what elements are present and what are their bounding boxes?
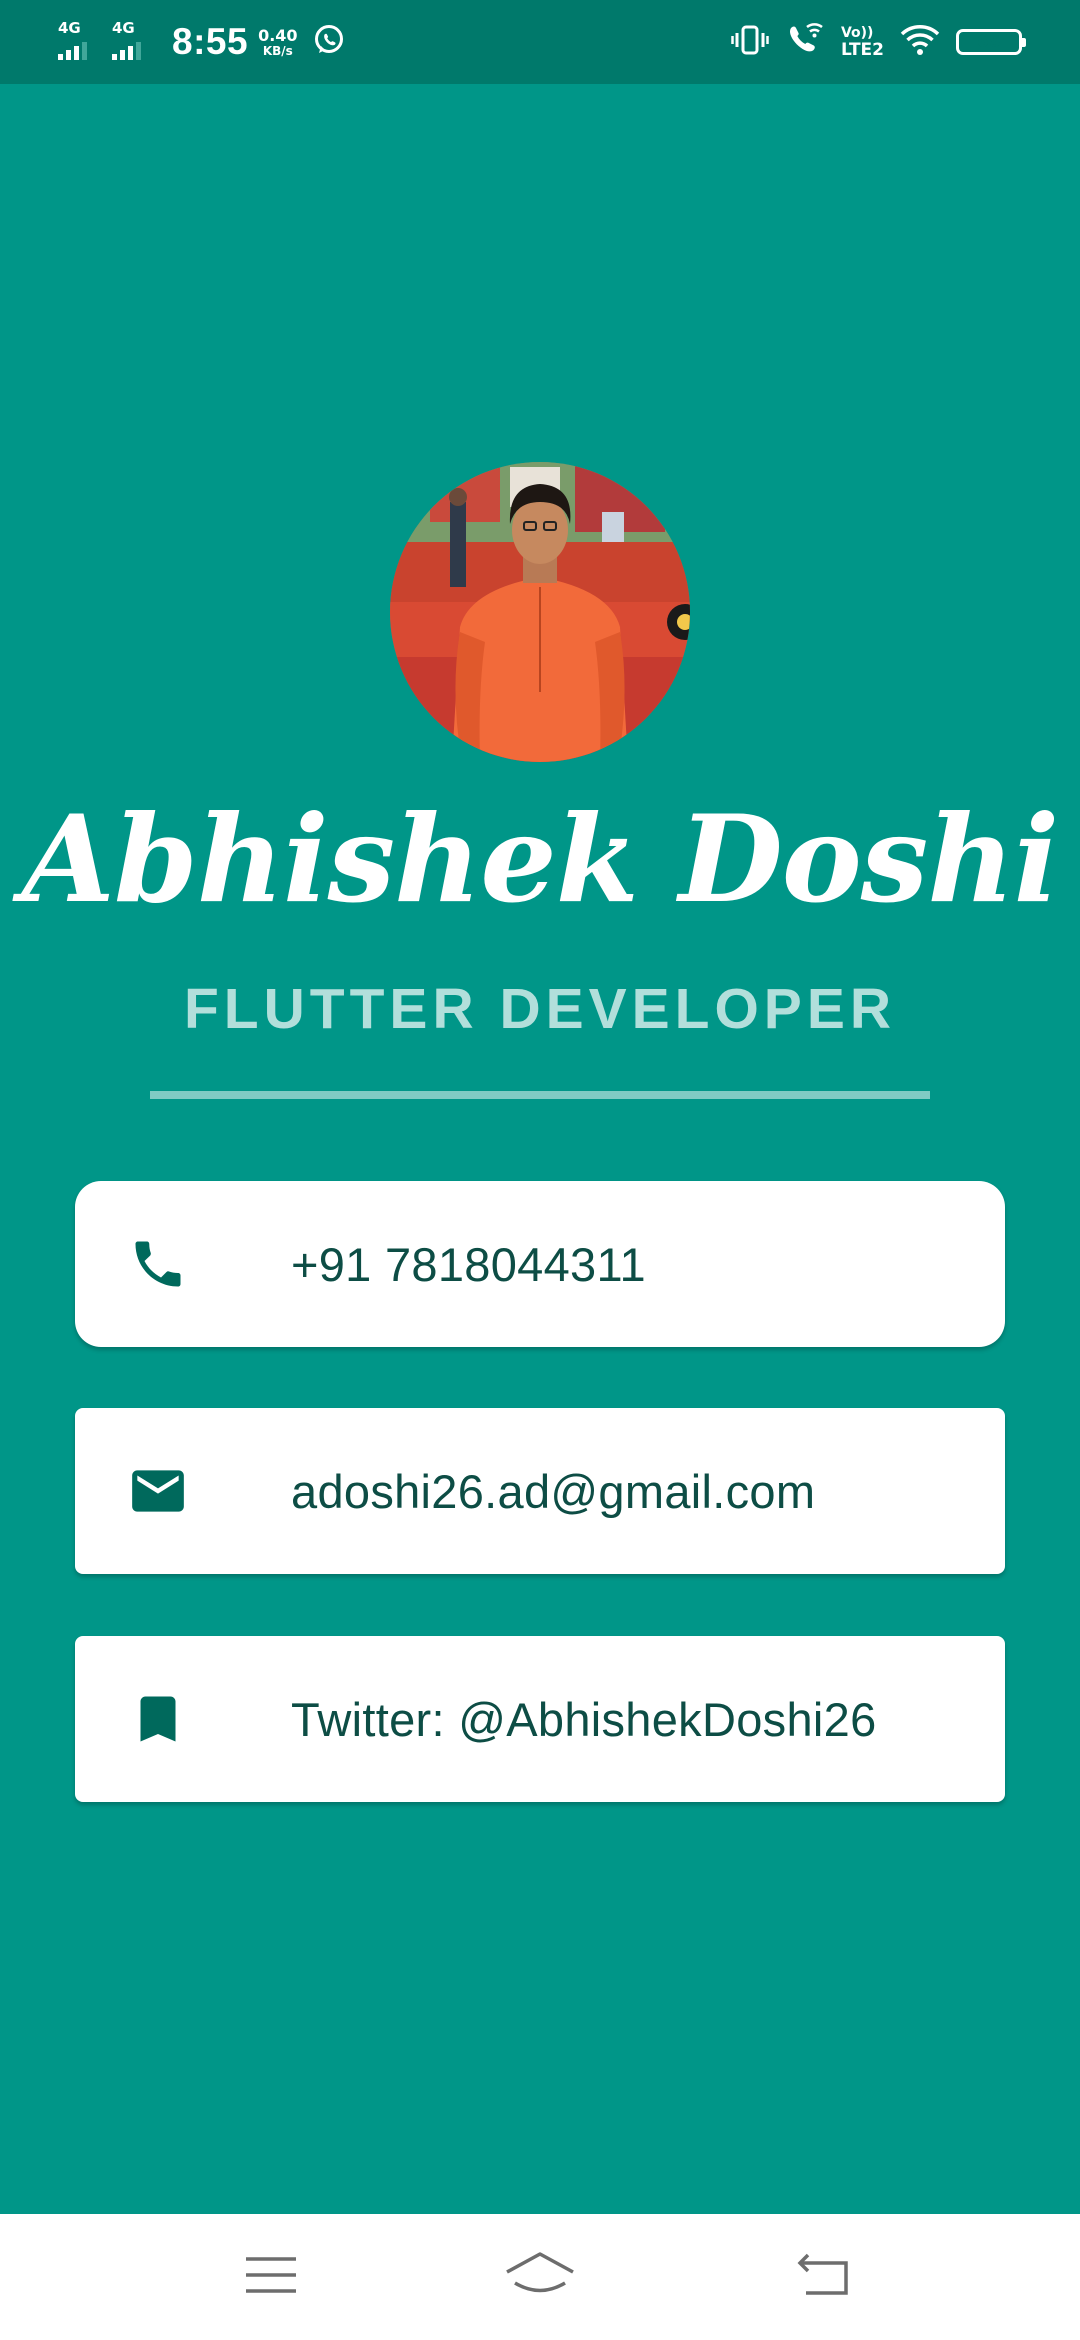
twitter-card[interactable]: Twitter: @AbhishekDoshi26: [75, 1636, 1005, 1802]
phone-icon: [125, 1231, 191, 1297]
email-icon: [125, 1458, 191, 1524]
wifi-icon: [900, 24, 940, 61]
navigation-bar: [0, 2214, 1080, 2340]
home-icon: [503, 2250, 577, 2305]
profile-name: Abhishek Doshi: [21, 789, 1059, 930]
email-card[interactable]: adoshi26.ad@gmail.com: [75, 1408, 1005, 1574]
signal-bars-icon: [112, 42, 141, 60]
signal-sim2: 4G: [112, 20, 162, 64]
back-button[interactable]: [784, 2244, 864, 2310]
divider: [150, 1091, 930, 1099]
menu-button[interactable]: [231, 2244, 311, 2310]
phone-number: +91 7818044311: [291, 1237, 646, 1291]
profile-title: FLUTTER DEVELOPER: [183, 977, 897, 1041]
status-time: 8:55: [172, 21, 249, 62]
status-bar-right: Vo)) LTE2 65: [731, 0, 1026, 84]
battery-percent: 65: [977, 32, 1001, 52]
home-button[interactable]: [500, 2244, 580, 2310]
bookmark-icon: [125, 1686, 191, 1752]
menu-icon: [244, 2254, 298, 2301]
status-bar: 4G 4G 8:55 0.40 KB/s Vo)) LTE2 65: [0, 0, 1080, 84]
whatsapp-icon: [312, 23, 346, 62]
signal-bars-icon: [58, 42, 87, 60]
twitter-handle: Twitter: @AbhishekDoshi26: [291, 1692, 877, 1746]
network-type-label: 4G: [112, 19, 135, 37]
speed-value: 0.40: [258, 25, 298, 45]
status-bar-left: 4G 4G 8:55 0.40 KB/s: [58, 0, 346, 84]
wifi-calling-icon: [785, 22, 825, 62]
network-speed: 0.40 KB/s: [258, 25, 298, 58]
speed-unit: KB/s: [262, 43, 293, 58]
lte-label: LTE2: [840, 40, 884, 60]
email-address: adoshi26.ad@gmail.com: [291, 1464, 816, 1518]
signal-sim1: 4G: [58, 20, 108, 64]
vibrate-icon: [731, 23, 769, 62]
profile-avatar: [390, 462, 690, 762]
battery-icon: 65: [956, 29, 1026, 55]
phone-card[interactable]: +91 7818044311: [75, 1181, 1005, 1347]
volte-indicator: Vo)) LTE2: [841, 25, 884, 59]
network-type-label: 4G: [58, 19, 81, 37]
back-icon: [796, 2253, 852, 2302]
